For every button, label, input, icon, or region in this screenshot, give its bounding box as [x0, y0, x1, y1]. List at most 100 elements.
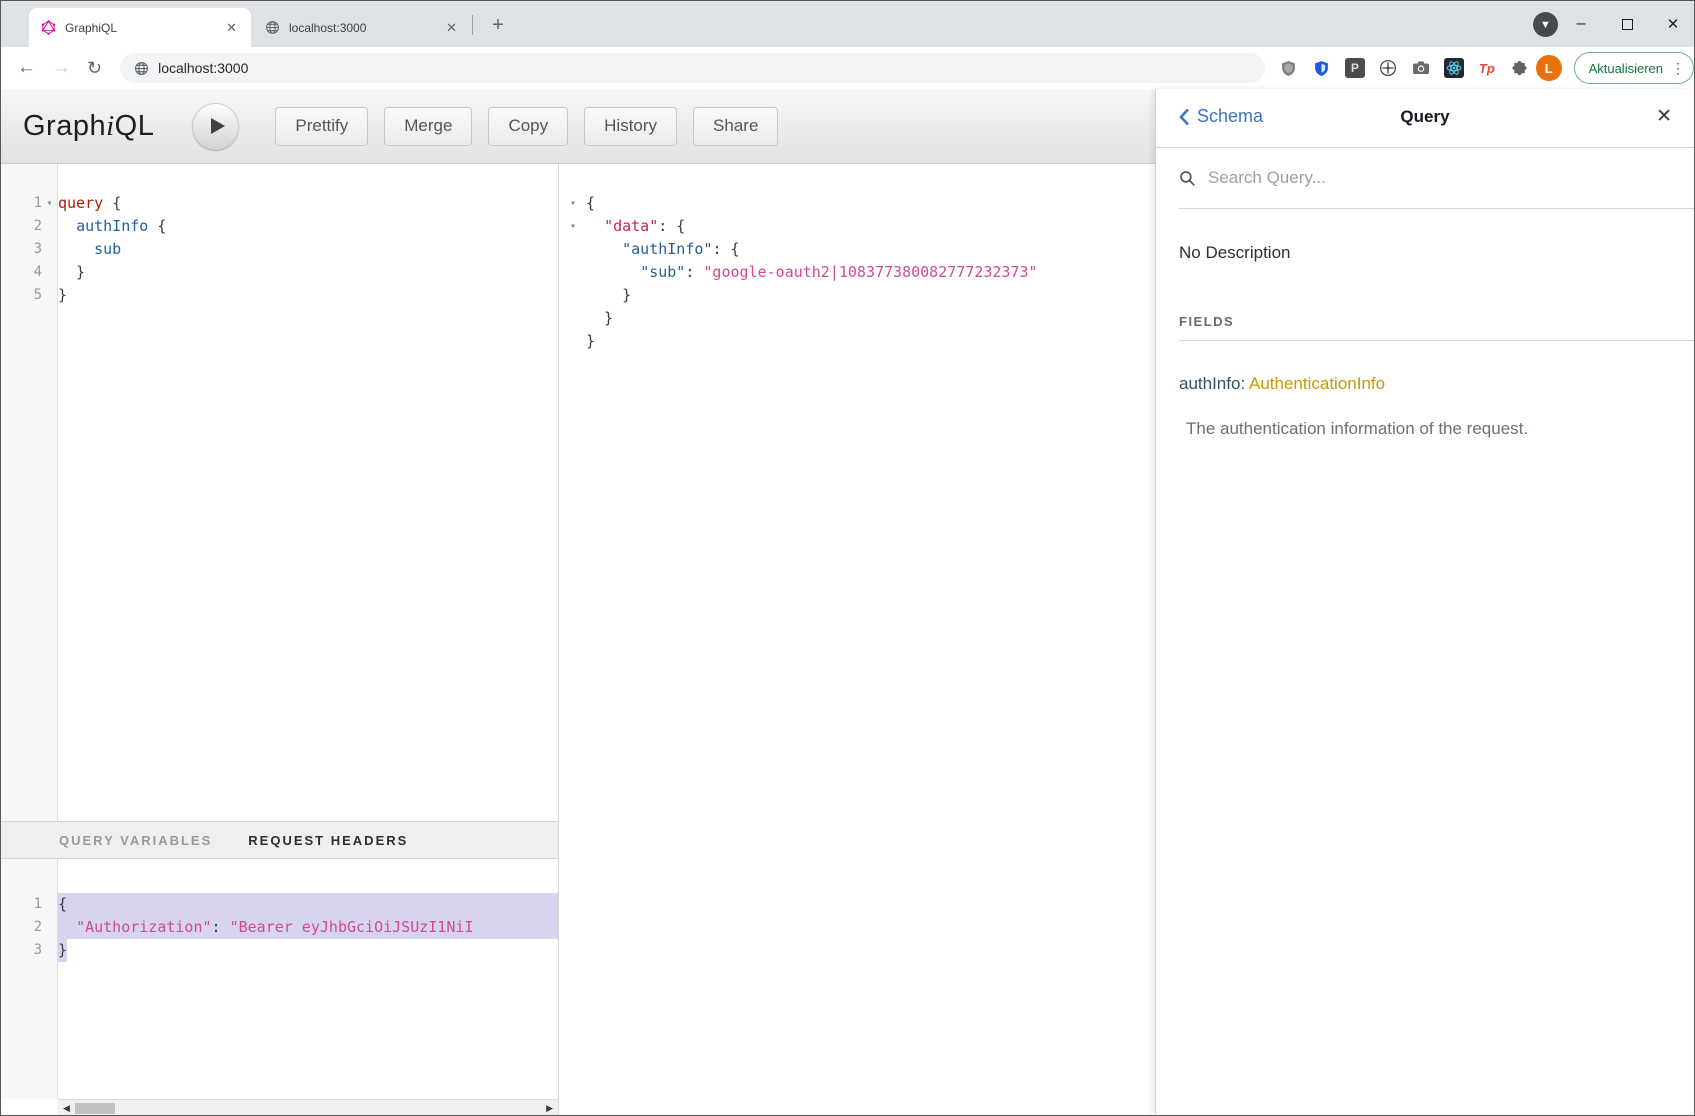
tab-title: localhost:3000	[289, 21, 442, 35]
tab-separator	[472, 15, 473, 35]
gutter-row: 3	[1, 939, 57, 962]
hscrollbar-track[interactable]: ◀ ▶	[58, 1099, 558, 1116]
gutter-row	[560, 307, 586, 330]
gutter-row: ▾	[560, 215, 586, 238]
tp-extension-icon[interactable]: Tp	[1477, 58, 1497, 78]
browser-tab-strip: GraphiQL ✕ localhost:3000 ✕ + ▼ – ✕	[1, 1, 1694, 47]
fold-arrow-icon[interactable]: ▾	[566, 215, 581, 238]
url-bar[interactable]: localhost:3000	[120, 53, 1265, 83]
result-fold-column: ▾▾	[560, 164, 586, 1115]
history-button[interactable]: History	[584, 107, 677, 146]
prettify-button[interactable]: Prettify	[275, 107, 368, 146]
share-button[interactable]: Share	[693, 107, 778, 146]
search-icon	[1179, 170, 1196, 187]
bitwarden-extension-icon[interactable]	[1312, 58, 1332, 78]
doc-no-description: No Description	[1179, 243, 1669, 263]
code-line: }	[586, 330, 1155, 353]
maximize-icon	[1622, 19, 1633, 30]
graphiql-topbar: GraphiQL Prettify Merge Copy History Sha…	[1, 89, 1155, 164]
code-line: }	[58, 939, 558, 962]
browser-menu-icon[interactable]: ⋮	[1671, 60, 1685, 77]
window-minimize-button[interactable]: –	[1559, 1, 1603, 47]
doc-field-name-link[interactable]: authInfo	[1179, 374, 1240, 393]
gutter-row: 1	[1, 893, 57, 916]
move-crosshair-extension-icon[interactable]	[1378, 58, 1398, 78]
merge-button[interactable]: Merge	[384, 107, 472, 146]
execute-query-button[interactable]	[192, 103, 239, 150]
headers-editor-gutter: 123	[1, 859, 58, 1099]
gutter-row: 4	[1, 261, 57, 284]
extensions-puzzle-icon[interactable]	[1510, 58, 1530, 78]
fold-arrow-icon[interactable]: ▾	[566, 192, 581, 215]
hscrollbar-right-arrow-icon[interactable]: ▶	[546, 1103, 553, 1114]
tab-query-variables[interactable]: QUERY VARIABLES	[59, 833, 212, 848]
gutter-row: 1▾	[1, 192, 57, 215]
forward-icon: →	[52, 57, 71, 79]
graphiql-main: GraphiQL Prettify Merge Copy History Sha…	[1, 89, 1155, 1115]
play-icon	[210, 117, 226, 135]
gutter-row	[560, 238, 586, 261]
doc-explorer-panel: Schema Query ✕ No Description FIELDS aut…	[1155, 89, 1694, 1115]
window-close-button[interactable]: ✕	[1651, 1, 1695, 47]
doc-field-description: The authentication information of the re…	[1186, 419, 1669, 439]
gutter-row: 3	[1, 238, 57, 261]
result-pane[interactable]: ▾▾ { "data": { "authInfo": { "sub": "goo…	[560, 164, 1155, 1115]
doc-divider	[1179, 340, 1694, 341]
doc-field-colon: :	[1240, 374, 1245, 393]
gutter-row	[560, 284, 586, 307]
browser-update-icon[interactable]: ▼	[1533, 12, 1558, 37]
code-line: "sub": "google-oauth2|108377380082777232…	[586, 261, 1155, 284]
back-icon[interactable]: ←	[17, 57, 36, 79]
doc-search-input[interactable]	[1206, 167, 1644, 189]
fold-arrow-icon[interactable]: ▾	[42, 192, 57, 215]
react-devtools-extension-icon[interactable]	[1444, 58, 1464, 78]
doc-close-icon[interactable]: ✕	[1656, 105, 1672, 128]
browser-address-bar: ← → ↻ localhost:3000 P	[1, 47, 1694, 89]
new-tab-button[interactable]: +	[484, 11, 512, 39]
query-editor[interactable]: 1▾2345 query { authInfo { sub }}	[1, 164, 558, 821]
tab-graphiql[interactable]: GraphiQL ✕	[29, 8, 251, 47]
tab-localhost[interactable]: localhost:3000 ✕	[253, 8, 471, 47]
tab-close-icon[interactable]: ✕	[442, 18, 461, 38]
code-line: {	[58, 893, 558, 916]
gutter-row	[560, 330, 586, 353]
gutter-row	[560, 261, 586, 284]
secondary-editor-tabs: QUERY VARIABLES REQUEST HEADERS	[1, 821, 558, 859]
gutter-row: 2	[1, 916, 57, 939]
update-browser-button[interactable]: Aktualisieren ⋮	[1574, 52, 1694, 84]
query-editor-code[interactable]: query { authInfo { sub }}	[58, 164, 558, 821]
request-headers-editor[interactable]: 123 { "Authorization": "Bearer eyJhbGciO…	[1, 859, 558, 1099]
code-line: authInfo {	[58, 215, 558, 238]
copy-button[interactable]: Copy	[488, 107, 568, 146]
hscrollbar-thumb[interactable]	[75, 1103, 115, 1114]
ublock-extension-icon[interactable]	[1279, 58, 1299, 78]
headers-editor-hscrollbar: ◀ ▶	[1, 1099, 558, 1116]
globe-icon	[265, 20, 280, 35]
site-globe-icon	[134, 61, 149, 76]
doc-fields-label: FIELDS	[1179, 314, 1669, 329]
tab-close-icon[interactable]: ✕	[222, 18, 241, 38]
hscrollbar-left-arrow-icon[interactable]: ◀	[63, 1103, 70, 1114]
tab-request-headers[interactable]: REQUEST HEADERS	[248, 833, 408, 848]
code-line: {	[586, 192, 1155, 215]
code-line: }	[586, 284, 1155, 307]
code-line: sub	[58, 238, 558, 261]
reload-icon[interactable]: ↻	[87, 58, 102, 79]
gutter-row: 5	[1, 284, 57, 307]
gutter-row: 2	[1, 215, 57, 238]
window-maximize-button[interactable]	[1605, 1, 1649, 47]
url-text: localhost:3000	[158, 60, 248, 76]
profile-avatar[interactable]: L	[1536, 55, 1562, 81]
update-browser-label: Aktualisieren	[1589, 61, 1663, 76]
doc-title: Query	[1156, 107, 1694, 127]
doc-field-type-link[interactable]: AuthenticationInfo	[1249, 374, 1385, 393]
camera-extension-icon[interactable]	[1411, 58, 1431, 78]
doc-search-row	[1179, 148, 1694, 209]
p-extension-icon[interactable]: P	[1345, 58, 1365, 78]
headers-editor-code[interactable]: { "Authorization": "Bearer eyJhbGciOiJSU…	[58, 859, 558, 1099]
code-line: "authInfo": {	[586, 238, 1155, 261]
query-editor-gutter: 1▾2345	[1, 164, 58, 821]
extensions-row: P Tp	[1279, 58, 1530, 78]
gutter-row: ▾	[560, 192, 586, 215]
code-line: query {	[58, 192, 558, 215]
